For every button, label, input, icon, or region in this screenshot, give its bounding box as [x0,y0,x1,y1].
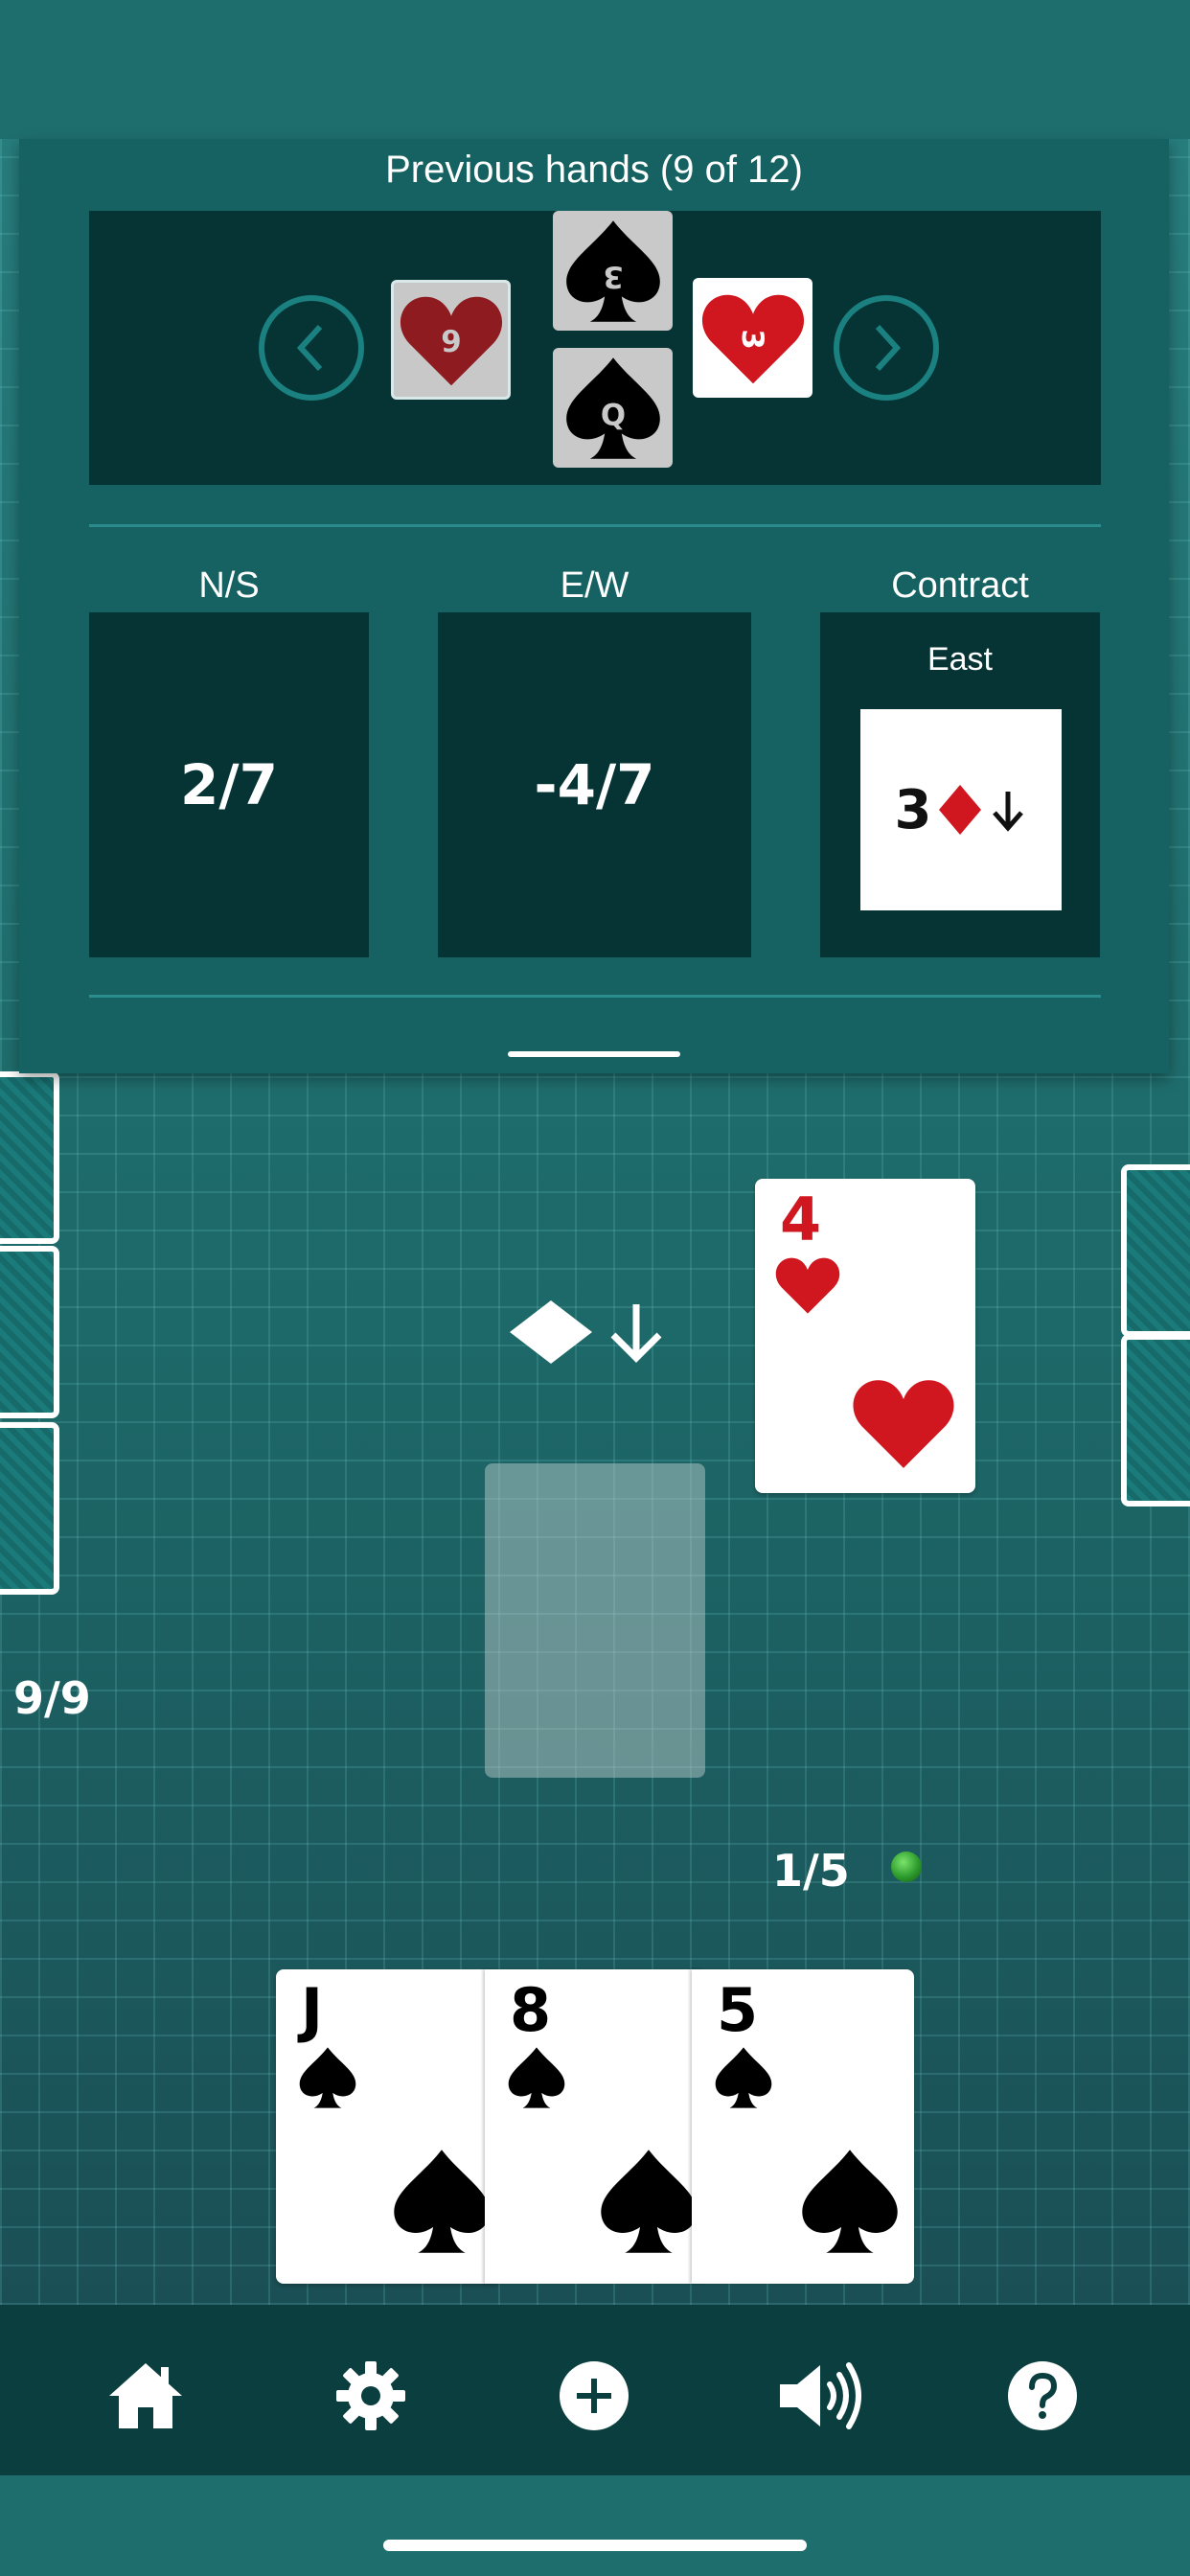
spade-icon [508,2047,565,2108]
ew-score: -4/7 [438,612,751,957]
trick-card-west: 9 [391,280,511,400]
card-rank: Q [600,398,625,432]
heart-icon [775,1257,840,1314]
heart-icon [853,1380,954,1468]
previous-hands-panel: Previous hands (9 of 12) 9 3 Q 3 N/S E/W… [19,139,1169,1073]
home-indicator[interactable] [383,2540,807,2551]
panel-drag-handle[interactable] [508,1051,680,1057]
contract-indicator [508,1299,665,1366]
card-rank: 3 [735,329,769,349]
card-rank: 9 [441,325,461,359]
card-rank: 8 [510,1975,552,2045]
home-indicator-area [0,2475,1190,2576]
speaker-icon [780,2362,861,2429]
contract-level: 3 [894,778,932,841]
hand-card-jack-spades[interactable]: J [276,1969,498,2284]
chevron-right-icon [875,324,902,372]
trick-card-north: 3 [553,211,673,331]
ns-label: N/S [198,565,260,606]
south-play-slot [485,1463,705,1778]
home-button[interactable] [107,2358,184,2434]
previous-hand-button[interactable] [259,295,364,401]
new-game-button[interactable] [556,2358,632,2434]
spade-icon [299,2047,356,2108]
plus-circle-icon [560,2361,629,2430]
west-hand-card [0,1071,59,1244]
next-hand-button[interactable] [834,295,939,401]
contract-card: 3 [860,709,1062,910]
panel-title: Previous hands (9 of 12) [385,149,803,191]
previous-trick-area: 9 3 Q 3 [89,211,1101,485]
gear-icon [336,2361,405,2430]
card-rank: J [301,1975,324,2045]
down-arrow-icon [610,1304,662,1363]
heart-icon: 9 [400,296,502,385]
spade-icon [802,2150,898,2253]
ew-score-value: -4/7 [534,752,655,817]
trick-card-east: 3 [693,278,812,398]
home-icon [109,2363,182,2428]
contract-box: East 3 [820,612,1100,957]
ns-score: 2/7 [89,612,369,957]
west-hand-card [0,1422,59,1595]
ew-label: E/W [560,565,629,606]
turn-indicator [891,1852,922,1882]
settings-button[interactable] [332,2358,409,2434]
spade-icon: 3 [565,219,660,322]
sound-button[interactable] [778,2358,866,2434]
trick-card-south: Q [553,348,673,468]
divider [89,995,1101,998]
help-icon [1008,2361,1077,2430]
east-hand-card [1121,1164,1190,1337]
south-trick-count: 1/5 [772,1845,850,1897]
diamond-icon [510,1300,592,1364]
card-rank: 4 [780,1184,822,1254]
heart-icon: 3 [701,294,804,383]
contract-label: Contract [891,565,1029,606]
east-hand-card [1121,1334,1190,1506]
status-bar [0,0,1190,139]
hand-card-five-spades[interactable]: 5 [692,1969,914,2284]
spade-icon: Q [565,356,660,459]
card-rank: 3 [603,259,623,293]
down-arrow-icon [993,792,1024,832]
spade-icon [715,2047,772,2108]
ns-score-value: 2/7 [180,752,278,817]
chevron-left-icon [296,324,323,372]
spade-icon [394,2150,490,2253]
west-trick-count: 9/9 [13,1672,91,1724]
hand-card-eight-spades[interactable]: 8 [485,1969,705,2284]
card-rank: 5 [717,1975,759,2045]
help-button[interactable] [1004,2358,1081,2434]
contract-seat: East [927,641,994,678]
diamond-icon [939,785,982,835]
spade-icon [601,2150,697,2253]
west-hand-card [0,1246,59,1418]
divider [89,524,1101,527]
bottom-toolbar [0,2305,1190,2475]
east-played-card: 4 [755,1179,975,1493]
